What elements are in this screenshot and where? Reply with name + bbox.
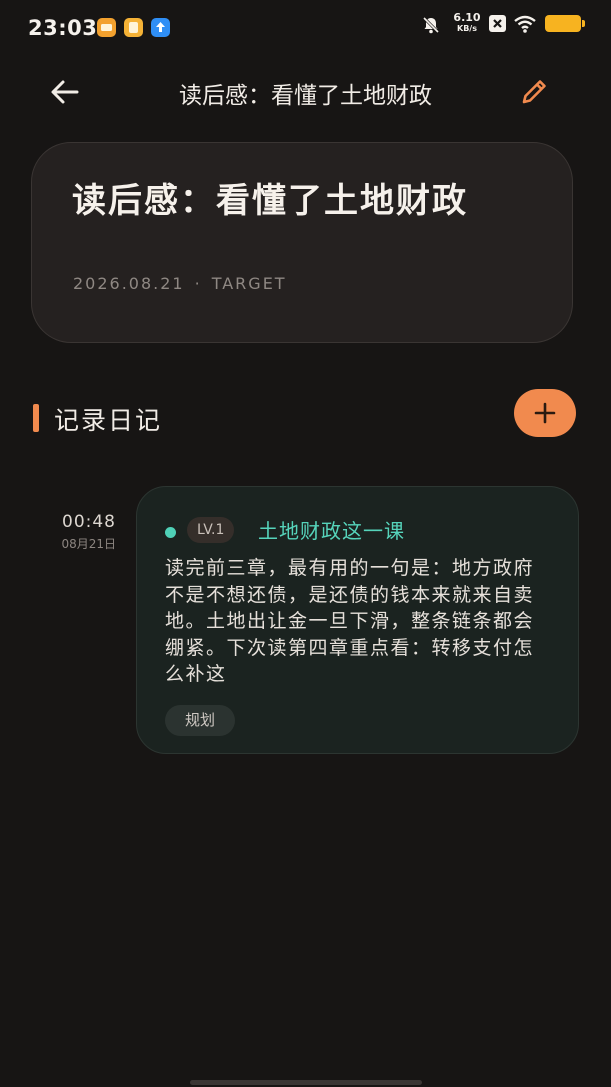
pencil-icon (522, 80, 546, 104)
mute-bell-icon (422, 16, 440, 34)
book-title: 读后感：看懂了土地财政 (72, 181, 468, 221)
entry-date: 08月21日 (61, 537, 116, 551)
book-card: 读后感：看懂了土地财政 2026.08.21 · TARGET (31, 142, 573, 343)
notification-app-icon (124, 18, 143, 37)
edit-button[interactable] (514, 72, 554, 112)
meta-separator: · (194, 274, 202, 293)
plus-icon (534, 402, 556, 424)
entry-body: 读完前三章，最有用的一句是：地方政府不是不想还债，是还债的钱本来就来自卖地。土地… (165, 557, 535, 685)
app-bar: 读后感：看懂了土地财政 (0, 62, 611, 122)
wifi-icon (514, 15, 536, 33)
notification-app-icon (97, 18, 116, 37)
page-title: 读后感：看懂了土地财政 (179, 83, 432, 109)
notification-upload-icon (151, 18, 170, 37)
level-badge: LV.1 (187, 517, 235, 543)
back-button[interactable] (46, 74, 84, 110)
book-meta: 2026.08.21 · TARGET (73, 274, 287, 293)
entry-title: 土地财政这一课 (258, 519, 405, 543)
entry-status-dot (165, 527, 176, 538)
entry-time: 00:48 (62, 512, 116, 532)
close-notification-icon (489, 15, 506, 32)
network-speed: 6.10 KB/s (453, 11, 481, 33)
battery-icon (545, 15, 585, 32)
home-indicator (190, 1080, 422, 1085)
book-date: 2026.08.21 (73, 274, 185, 293)
status-bar: 23:03 6.10 KB/s (0, 0, 611, 56)
arrow-left-icon (51, 80, 79, 104)
status-time: 23:03 (28, 16, 98, 40)
diary-entry-card[interactable]: LV.1 土地财政这一课 读完前三章，最有用的一句是：地方政府不是不想还债，是还… (136, 486, 579, 754)
book-label: TARGET (211, 274, 287, 293)
add-entry-button[interactable] (514, 389, 576, 437)
section-accent-bar (33, 404, 39, 432)
section-title: 记录日记 (54, 406, 163, 435)
entry-tag[interactable]: 规划 (165, 705, 236, 736)
